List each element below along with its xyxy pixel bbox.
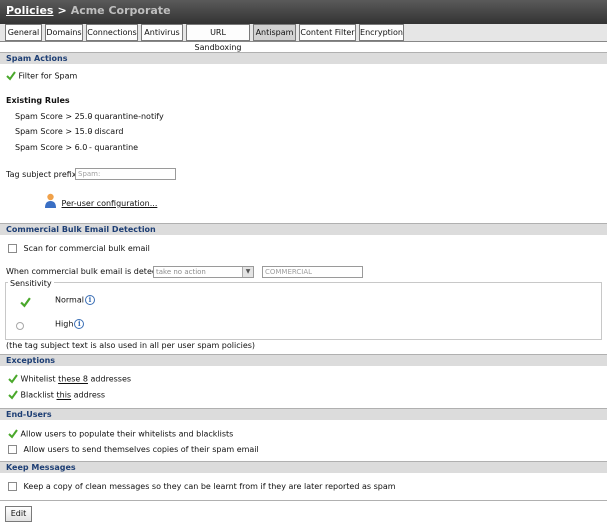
checkmark-icon[interactable] — [8, 374, 18, 384]
info-icon[interactable]: i — [84, 295, 95, 305]
rule-condition: Spam Score > 6.0 — [15, 143, 88, 152]
breadcrumb-policies-link[interactable]: Policies — [6, 4, 53, 17]
bulk-detected-label: When commercial bulk email is detected — [6, 267, 170, 276]
tab-url-sandboxing[interactable]: URL Sandboxing — [186, 24, 250, 52]
breadcrumb: Policies > Acme Corporate — [6, 4, 171, 17]
section-bulk-heading: Commercial Bulk Email Detection — [0, 223, 607, 235]
tab-encryption[interactable]: Encryption — [359, 24, 404, 41]
info-icon[interactable]: i — [74, 319, 85, 329]
rule-condition: Spam Score > 25.0 — [15, 112, 93, 121]
sensitivity-normal-label: Normal — [55, 295, 84, 305]
chevron-down-icon[interactable]: ▼ — [242, 267, 253, 277]
rule-action: - quarantine-notify — [89, 112, 164, 121]
title-bar: Policies > Acme Corporate — [0, 0, 607, 24]
user-icon — [45, 193, 56, 208]
section-exceptions-heading: Exceptions — [0, 354, 607, 366]
bulk-action-select[interactable]: take no action ▼ — [153, 266, 254, 278]
tag-subject-note: (the tag subject text is also used in al… — [6, 341, 256, 350]
sensitivity-fieldset — [5, 282, 602, 340]
bulk-tag-input[interactable]: COMMERCIAL — [262, 266, 363, 278]
existing-rules-heading: Existing Rules — [6, 96, 70, 105]
allow-copies-label: Allow users to send themselves copies of… — [23, 445, 259, 454]
tab-underline — [0, 41, 607, 42]
per-user-configuration-link[interactable]: Per-user configuration... — [62, 199, 158, 208]
filter-for-spam-label: Filter for Spam — [18, 71, 78, 81]
tab-antivirus[interactable]: Antivirus — [141, 24, 183, 41]
breadcrumb-separator: > — [57, 4, 67, 17]
scan-bulk-label: Scan for commercial bulk email — [23, 244, 150, 253]
blacklist-row: Blacklist this address — [8, 390, 105, 401]
rule-row: Spam Score > 15.0- discard — [15, 127, 123, 137]
tab-domains[interactable]: Domains — [45, 24, 83, 41]
allow-copies-checkbox[interactable] — [8, 445, 17, 454]
blacklist-address-link[interactable]: this — [57, 391, 72, 400]
allow-populate-label: Allow users to populate their whitelists… — [20, 429, 234, 439]
scan-bulk-checkbox[interactable] — [8, 244, 17, 253]
rule-row: Spam Score > 6.0- quarantine — [15, 143, 138, 153]
rule-action: - quarantine — [89, 143, 139, 152]
tab-connections[interactable]: Connections — [86, 24, 138, 41]
sensitivity-high-label-row: High i — [55, 319, 85, 330]
edit-button[interactable]: Edit — [5, 506, 32, 522]
sensitivity-legend: Sensitivity — [8, 279, 54, 288]
whitelist-suffix: addresses — [90, 374, 132, 384]
tab-general[interactable]: General — [5, 24, 42, 41]
sensitivity-normal-row — [20, 297, 31, 308]
whitelist-label: Whitelist — [20, 374, 56, 384]
blacklist-label: Blacklist — [20, 390, 54, 400]
tag-subject-prefix-input[interactable]: Spam: — [75, 168, 176, 180]
bulk-action-select-value: take no action — [156, 268, 206, 276]
blacklist-suffix: address — [73, 390, 106, 400]
keep-copy-checkbox[interactable] — [8, 482, 17, 491]
filter-for-spam-row: Filter for Spam — [6, 71, 77, 82]
section-end-users-heading: End-Users — [0, 408, 607, 420]
sensitivity-normal-label-row: Normal i — [55, 295, 95, 306]
sensitivity-high-label: High — [55, 319, 74, 329]
tag-subject-prefix-label: Tag subject prefix: — [6, 170, 80, 179]
tab-bar: General Domains Connections Antivirus UR… — [0, 24, 607, 52]
rule-action: - discard — [89, 127, 124, 136]
sensitivity-high-radio-row — [16, 321, 24, 331]
section-spam-actions-heading: Spam Actions — [0, 52, 607, 64]
keep-copy-row: Keep a copy of clean messages so they ca… — [8, 482, 396, 492]
divider — [0, 500, 607, 501]
whitelist-addresses-link[interactable]: these 8 — [58, 375, 88, 384]
checkmark-icon[interactable] — [6, 71, 16, 81]
checkmark-icon[interactable] — [8, 390, 18, 400]
breadcrumb-company: Acme Corporate — [70, 4, 171, 17]
section-keep-messages-heading: Keep Messages — [0, 461, 607, 473]
keep-copy-label: Keep a copy of clean messages so they ca… — [23, 482, 396, 491]
checkmark-icon[interactable] — [8, 429, 18, 439]
allow-populate-row: Allow users to populate their whitelists… — [8, 429, 233, 440]
tab-antispam[interactable]: Antispam — [253, 24, 296, 41]
per-user-config-row: Per-user configuration... — [44, 193, 157, 209]
allow-copies-row: Allow users to send themselves copies of… — [8, 445, 259, 455]
checkmark-icon[interactable] — [20, 297, 31, 308]
rule-row: Spam Score > 25.0- quarantine-notify — [15, 112, 164, 122]
scan-bulk-row: Scan for commercial bulk email — [8, 244, 150, 254]
tab-content-filter[interactable]: Content Filter — [299, 24, 356, 41]
whitelist-row: Whitelist these 8 addresses — [8, 374, 131, 385]
sensitivity-high-radio[interactable] — [16, 321, 24, 330]
rule-condition: Spam Score > 15.0 — [15, 127, 93, 136]
